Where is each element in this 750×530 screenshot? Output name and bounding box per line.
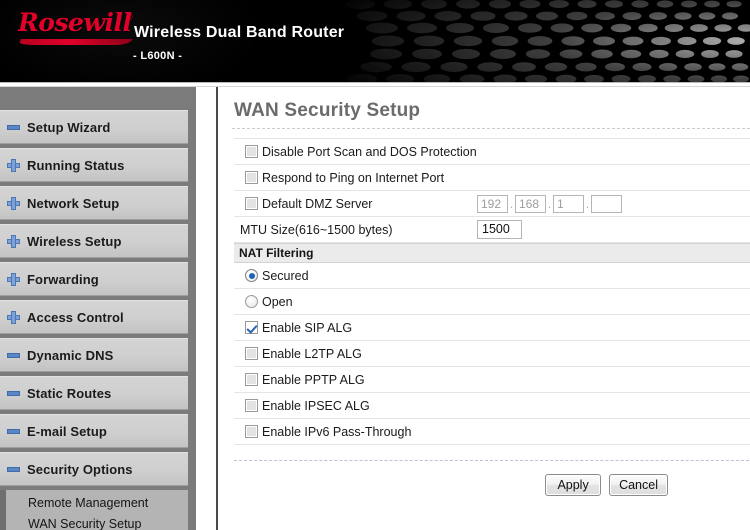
dmz-ip-octet-4[interactable]	[591, 194, 622, 213]
respond-to-ping-checkbox[interactable]	[245, 171, 258, 184]
plus-icon	[7, 234, 20, 248]
form-button-bar: Apply Cancel	[220, 474, 750, 496]
minus-icon	[7, 463, 20, 476]
logo-swoosh	[19, 39, 133, 45]
row-label: Enable SIP ALG	[262, 320, 353, 335]
section-header-nat-filtering: NAT Filtering	[234, 243, 750, 263]
sidebar-item-label: Setup Wizard	[27, 119, 111, 135]
sidebar-item-setup-wizard[interactable]: Setup Wizard	[0, 110, 188, 144]
sidebar-item-label: Wireless Setup	[27, 233, 122, 249]
section-label: NAT Filtering	[239, 246, 314, 260]
row-enable-l2tp-alg[interactable]: Enable L2TP ALG	[234, 341, 750, 367]
sidebar-item-security-options[interactable]: Security Options	[0, 452, 188, 486]
enable-pptp-alg-checkbox[interactable]	[245, 373, 258, 386]
enable-ipv6-passthrough-checkbox[interactable]	[245, 425, 258, 438]
page-title: WAN Security Setup	[234, 100, 421, 121]
sidebar-item-label: Security Options	[27, 461, 133, 477]
sidebar-subitem-wan-security-setup[interactable]: WAN Security Setup	[6, 514, 188, 530]
title-separator	[232, 128, 750, 129]
mtu-size-input[interactable]: 1500	[477, 220, 522, 239]
row-label: Default DMZ Server	[262, 196, 373, 211]
sidebar-nav: Setup Wizard Running Status Network Setu…	[0, 87, 196, 530]
sidebar-item-label: Dynamic DNS	[27, 347, 114, 363]
row-respond-to-ping[interactable]: Respond to Ping on Internet Port	[234, 165, 750, 191]
enable-ipsec-alg-checkbox[interactable]	[245, 399, 258, 412]
row-label: Enable IPSEC ALG	[262, 398, 370, 413]
row-label: MTU Size(616~1500 bytes)	[240, 222, 393, 237]
form-footer-separator	[234, 460, 750, 461]
enable-sip-alg-checkbox[interactable]	[245, 321, 258, 334]
page-body: Setup Wizard Running Status Network Setu…	[0, 87, 750, 530]
sidebar-item-label: Static Routes	[27, 385, 112, 401]
dmz-ip-octet-1[interactable]: 192	[477, 194, 508, 213]
dmz-ip-octet-3[interactable]: 1	[553, 194, 584, 213]
nat-filtering-secured-radio[interactable]	[245, 269, 258, 282]
header-dot-pattern	[320, 0, 750, 82]
product-title: Wireless Dual Band Router	[134, 24, 345, 41]
sidebar-item-label: Running Status	[27, 157, 125, 173]
sidebar-item-label: Access Control	[27, 309, 124, 325]
plus-icon	[7, 310, 20, 324]
main-content: WAN Security Setup Disable Port Scan and…	[220, 87, 750, 530]
minus-icon	[7, 425, 20, 438]
cancel-button[interactable]: Cancel	[609, 474, 668, 496]
row-default-dmz-server[interactable]: Default DMZ Server 192 . 168 . 1 .	[234, 191, 750, 217]
row-enable-sip-alg[interactable]: Enable SIP ALG	[234, 315, 750, 341]
sidebar-item-wireless-setup[interactable]: Wireless Setup	[0, 224, 188, 258]
ip-separator-dot: .	[509, 196, 514, 211]
app-header: Rosewill ® Wireless Dual Band Router - L…	[0, 0, 750, 82]
row-label: Respond to Ping on Internet Port	[262, 170, 445, 185]
row-mtu-size[interactable]: MTU Size(616~1500 bytes) 1500	[234, 217, 750, 243]
row-label: Enable L2TP ALG	[262, 346, 362, 361]
plus-icon	[7, 196, 20, 210]
row-label: Disable Port Scan and DOS Protection	[262, 144, 477, 159]
row-disable-port-scan[interactable]: Disable Port Scan and DOS Protection	[234, 139, 750, 165]
row-label: Open	[262, 294, 293, 309]
row-label: Secured	[262, 268, 309, 283]
minus-icon	[7, 387, 20, 400]
minus-icon	[7, 349, 20, 362]
sidebar-subnav-security-options: Remote Management WAN Security Setup	[0, 490, 188, 530]
dmz-ip-address-group: 192 . 168 . 1 .	[477, 194, 622, 213]
apply-button[interactable]: Apply	[545, 474, 602, 496]
default-dmz-server-checkbox[interactable]	[245, 197, 258, 210]
row-label: Enable IPv6 Pass-Through	[262, 424, 412, 439]
sidebar-item-label: Network Setup	[27, 195, 120, 211]
product-model: - L600N -	[133, 50, 183, 62]
row-nat-secured[interactable]: Secured	[234, 263, 750, 289]
row-enable-ipsec-alg[interactable]: Enable IPSEC ALG	[234, 393, 750, 419]
sidebar-item-label: E-mail Setup	[27, 423, 107, 439]
disable-port-scan-checkbox[interactable]	[245, 145, 258, 158]
sidebar-item-dynamic-dns[interactable]: Dynamic DNS	[0, 338, 188, 372]
wan-security-form: Disable Port Scan and DOS Protection Res…	[234, 138, 750, 445]
row-enable-pptp-alg[interactable]: Enable PPTP ALG	[234, 367, 750, 393]
ip-separator-dot: .	[585, 196, 590, 211]
nat-filtering-open-radio[interactable]	[245, 295, 258, 308]
sidebar-item-access-control[interactable]: Access Control	[0, 300, 188, 334]
sidebar-item-forwarding[interactable]: Forwarding	[0, 262, 188, 296]
sidebar-top-spacer	[0, 87, 196, 110]
dmz-ip-octet-2[interactable]: 168	[515, 194, 546, 213]
row-enable-ipv6-passthrough[interactable]: Enable IPv6 Pass-Through	[234, 419, 750, 445]
minus-icon	[7, 121, 20, 134]
logo-wordmark: Rosewill	[18, 8, 132, 37]
row-nat-open[interactable]: Open	[234, 289, 750, 315]
sidebar-item-email-setup[interactable]: E-mail Setup	[0, 414, 188, 448]
enable-l2tp-alg-checkbox[interactable]	[245, 347, 258, 360]
registered-trademark-icon: ®	[126, 12, 133, 22]
row-label: Enable PPTP ALG	[262, 372, 365, 387]
sidebar-item-label: Forwarding	[27, 271, 99, 287]
plus-icon	[7, 158, 20, 172]
plus-icon	[7, 272, 20, 286]
sidebar-item-running-status[interactable]: Running Status	[0, 148, 188, 182]
rosewill-logo: Rosewill ®	[18, 8, 138, 48]
ip-separator-dot: .	[547, 196, 552, 211]
sidebar-item-network-setup[interactable]: Network Setup	[0, 186, 188, 220]
sidebar-item-static-routes[interactable]: Static Routes	[0, 376, 188, 410]
sidebar-subitem-remote-management[interactable]: Remote Management	[6, 493, 188, 514]
